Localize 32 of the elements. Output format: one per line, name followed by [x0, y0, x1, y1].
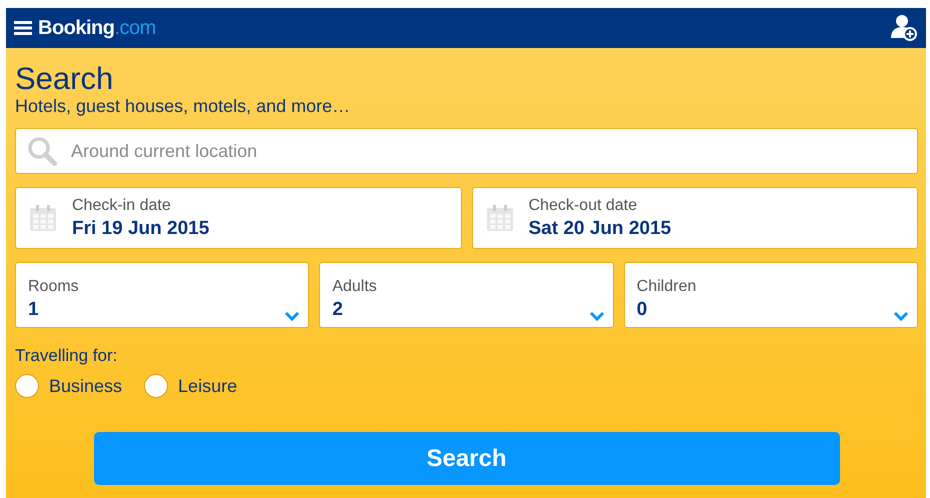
- field-value: Fri 19 Jun 2015: [72, 218, 210, 240]
- field-value: Sat 20 Jun 2015: [528, 218, 672, 240]
- select-field[interactable]: Rooms 1: [15, 262, 310, 328]
- search-icon: [27, 136, 57, 166]
- radio-label: Business: [49, 376, 122, 396]
- subtitle: Hotels, guest houses, motels, and more…: [15, 96, 352, 117]
- radio-button[interactable]: [15, 374, 39, 398]
- field-value: 1: [28, 299, 40, 321]
- page-title: Search: [15, 62, 114, 96]
- field-label: Check-in date: [72, 196, 172, 214]
- select-field[interactable]: Children 0: [624, 262, 918, 328]
- field-label: Check-out date: [528, 196, 638, 214]
- calendar-icon: [28, 203, 58, 233]
- chevron-down-icon: [284, 311, 300, 321]
- travelling-label: Travelling for:: [15, 346, 118, 366]
- select-field[interactable]: Adults 2: [319, 262, 614, 328]
- field-label: Adults: [332, 278, 378, 296]
- field-label: Children: [636, 278, 698, 296]
- radio-button[interactable]: [144, 374, 168, 398]
- menu-icon[interactable]: [14, 21, 32, 35]
- logo[interactable]: Booking.com: [38, 16, 156, 40]
- calendar-icon: [484, 203, 514, 233]
- radio-label: Leisure: [178, 376, 238, 396]
- search-field[interactable]: Around current location: [15, 128, 918, 174]
- date-field[interactable]: Check-out date Sat 20 Jun 2015: [472, 187, 918, 249]
- field-label: Rooms: [28, 278, 80, 296]
- add-user-icon[interactable]: [890, 14, 918, 42]
- chevron-down-icon: [588, 311, 605, 321]
- date-field[interactable]: Check-in date Fri 19 Jun 2015: [15, 187, 462, 249]
- chevron-down-icon: [893, 311, 909, 321]
- field-value: 2: [332, 299, 344, 321]
- field-value: 0: [636, 299, 648, 321]
